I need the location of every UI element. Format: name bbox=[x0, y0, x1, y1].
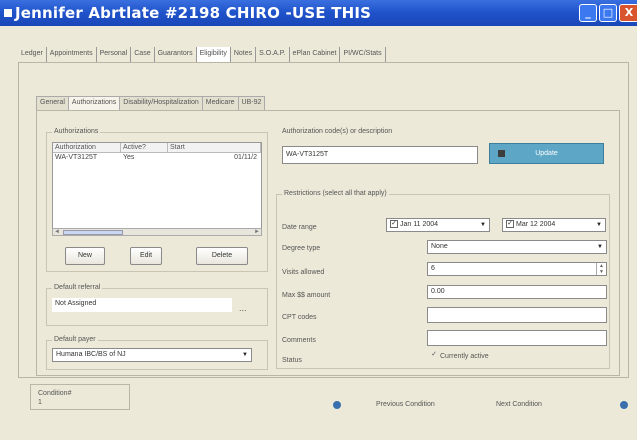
subtab-general[interactable]: General bbox=[36, 96, 69, 110]
date-from-picker[interactable]: ✓ Jan 11 2004 ▼ bbox=[386, 218, 490, 232]
delete-button[interactable]: Delete bbox=[196, 247, 248, 265]
default-referral-browse-button[interactable]: ... bbox=[239, 303, 247, 313]
tab-personal[interactable]: Personal bbox=[97, 47, 132, 62]
degree-type-value: None bbox=[431, 243, 448, 250]
update-icon bbox=[498, 150, 505, 157]
chevron-down-icon[interactable]: ▼ bbox=[594, 220, 604, 230]
column-header-start[interactable]: Start bbox=[168, 143, 261, 152]
date-to-value: Mar 12 2004 bbox=[516, 221, 556, 228]
currently-active-control[interactable]: ✓ Currently active bbox=[430, 351, 489, 360]
visits-spin-buttons[interactable]: ▲ ▼ bbox=[596, 263, 606, 275]
window-title: Jennifer Abrtlate #2198 CHIRO -USE THIS bbox=[15, 4, 372, 22]
default-referral-label: Default referral bbox=[52, 284, 103, 291]
max-amount-value: 0.00 bbox=[431, 288, 445, 295]
comments-label: Comments bbox=[282, 337, 316, 344]
visits-allowed-value: 6 bbox=[431, 265, 435, 272]
default-payer-value: Humana IBC/BS of NJ bbox=[56, 351, 126, 358]
column-header-active[interactable]: Active? bbox=[121, 143, 168, 152]
close-icon: X bbox=[624, 6, 634, 19]
tab-notes[interactable]: Notes bbox=[231, 47, 257, 62]
row-start: 01/11/2 bbox=[234, 154, 257, 161]
authorizations-hscrollbar[interactable]: ◄ ► bbox=[52, 228, 262, 236]
subtab-disability-hospitalization[interactable]: Disability/Hospitalization bbox=[119, 96, 203, 110]
condition-value: 1 bbox=[38, 399, 42, 406]
title-bar: Jennifer Abrtlate #2198 CHIRO -USE THIS … bbox=[0, 0, 637, 26]
authorizations-list-header: Authorization Active? Start bbox=[53, 143, 261, 153]
row-active: Yes bbox=[123, 154, 135, 161]
subtab-medicare[interactable]: Medicare bbox=[201, 96, 239, 110]
chevron-down-icon[interactable]: ▼ bbox=[240, 350, 250, 360]
main-tab-strip: Ledger Appointments Personal Case Guarantors… bbox=[18, 47, 386, 62]
tab-case[interactable]: Case bbox=[131, 47, 155, 62]
row-authorization: WA-VT3125T bbox=[55, 154, 98, 161]
currently-active-checkbox[interactable]: ✓ bbox=[430, 351, 438, 360]
next-condition-link[interactable]: Next Condition bbox=[496, 401, 542, 408]
tab-guarantors[interactable]: Guarantors bbox=[155, 47, 197, 62]
chevron-down-icon[interactable]: ▼ bbox=[478, 220, 488, 230]
minimize-button[interactable]: _ bbox=[579, 4, 597, 22]
chevron-down-icon[interactable]: ▼ bbox=[595, 242, 605, 252]
tab-s-o-a-p[interactable]: S.O.A.P. bbox=[256, 47, 290, 62]
visits-allowed-label: Visits allowed bbox=[282, 269, 325, 276]
table-row[interactable]: WA-VT3125T Yes 01/11/2 bbox=[53, 153, 261, 163]
maximize-button[interactable]: □ bbox=[599, 4, 617, 22]
spin-down-icon[interactable]: ▼ bbox=[599, 269, 604, 275]
date-to-checkbox[interactable]: ✓ bbox=[506, 220, 514, 229]
cpt-codes-input[interactable] bbox=[427, 307, 607, 323]
tab-eligibility[interactable]: Eligibility bbox=[196, 47, 231, 62]
currently-active-label: Currently active bbox=[440, 352, 489, 360]
minimize-icon: _ bbox=[585, 6, 591, 19]
previous-condition-icon[interactable] bbox=[333, 401, 341, 409]
update-label: Update bbox=[535, 150, 558, 157]
auth-code-input[interactable]: WA-VT3125T bbox=[282, 146, 478, 164]
maximize-icon: □ bbox=[602, 6, 614, 19]
new-button[interactable]: New bbox=[65, 247, 105, 265]
tab-eplan-cabinet[interactable]: ePlan Cabinet bbox=[290, 47, 341, 62]
comments-input[interactable] bbox=[427, 330, 607, 346]
degree-type-select[interactable]: None ▼ bbox=[427, 240, 607, 254]
default-payer-label: Default payer bbox=[52, 336, 98, 343]
authorizations-list[interactable]: Authorization Active? Start WA-VT3125T Y… bbox=[52, 142, 262, 234]
sub-tab-strip: General Authorizations Disability/Hospital… bbox=[36, 96, 266, 111]
date-from-checkbox[interactable]: ✓ bbox=[390, 220, 398, 229]
subtab-authorizations[interactable]: Authorizations bbox=[67, 96, 121, 111]
restrictions-label: Restrictions (select all that apply) bbox=[282, 190, 389, 197]
subtab-ub-92[interactable]: UB-92 bbox=[237, 96, 266, 110]
default-referral-field[interactable]: Not Assigned bbox=[52, 298, 232, 312]
close-button[interactable]: X bbox=[619, 4, 637, 22]
max-amount-label: Max $$ amount bbox=[282, 292, 331, 299]
date-to-picker[interactable]: ✓ Mar 12 2004 ▼ bbox=[502, 218, 606, 232]
tab-pi-wc-stats[interactable]: PI/WC/Stats bbox=[340, 47, 386, 62]
tab-ledger[interactable]: Ledger bbox=[18, 47, 47, 62]
auth-code-label: Authorization code(s) or description bbox=[282, 128, 393, 135]
cpt-codes-label: CPT codes bbox=[282, 314, 317, 321]
tab-appointments[interactable]: Appointments bbox=[47, 47, 97, 62]
degree-type-label: Degree type bbox=[282, 245, 321, 252]
edit-button[interactable]: Edit bbox=[130, 247, 162, 265]
scroll-right-icon[interactable]: ► bbox=[254, 229, 260, 235]
app-icon[interactable] bbox=[4, 9, 12, 17]
next-condition-icon[interactable] bbox=[620, 401, 628, 409]
max-amount-input[interactable]: 0.00 bbox=[427, 285, 607, 299]
authorizations-group-label: Authorizations bbox=[52, 128, 101, 135]
scroll-thumb[interactable] bbox=[63, 230, 123, 235]
scroll-left-icon[interactable]: ◄ bbox=[54, 229, 60, 235]
date-from-value: Jan 11 2004 bbox=[400, 221, 439, 228]
date-range-label: Date range bbox=[282, 224, 317, 231]
status-label: Status bbox=[282, 357, 302, 364]
condition-label: Condition# bbox=[38, 390, 72, 397]
condition-box bbox=[30, 384, 130, 410]
default-payer-select[interactable]: Humana IBC/BS of NJ ▼ bbox=[52, 348, 252, 362]
visits-allowed-stepper[interactable]: 6 ▲ ▼ bbox=[427, 262, 607, 276]
column-header-authorization[interactable]: Authorization bbox=[53, 143, 121, 152]
update-button[interactable]: Update bbox=[489, 143, 604, 164]
previous-condition-link[interactable]: Previous Condition bbox=[376, 401, 435, 408]
